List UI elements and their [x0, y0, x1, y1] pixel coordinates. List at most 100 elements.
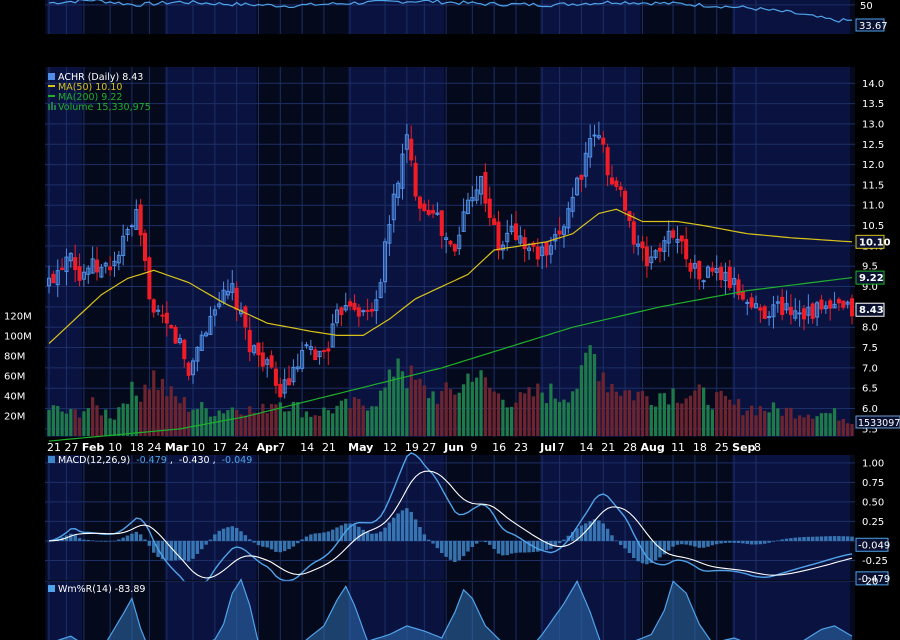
macd-hist-bar — [837, 536, 841, 541]
volume-bar — [492, 391, 496, 436]
macd-hist-bar — [501, 540, 505, 556]
volume-bar — [60, 411, 64, 436]
volume-bar — [461, 384, 466, 436]
macd-hist-bar — [117, 539, 121, 541]
macd-hist-bar — [130, 533, 134, 541]
price-tick-label: 11.0 — [862, 201, 884, 212]
svg-text:10.10: 10.10 — [859, 237, 891, 248]
macd-hist-bar — [221, 528, 226, 541]
macd-hist-bar — [453, 540, 457, 563]
macd-hist-bar — [815, 536, 819, 541]
macd-hist-bar — [99, 540, 104, 542]
macd-hist-bar — [400, 510, 405, 541]
macd-hist-bar — [77, 538, 82, 541]
volume-bar — [527, 387, 531, 436]
volume-bar — [243, 415, 248, 436]
candle — [147, 256, 152, 300]
macd-hist-bar — [121, 537, 125, 541]
volume-bar — [723, 395, 728, 436]
macd-hist-bar — [518, 540, 523, 553]
volume-bar — [675, 402, 680, 436]
volume-bar — [754, 415, 758, 436]
volume-bar — [82, 411, 86, 436]
macd-hist-bar — [252, 540, 256, 543]
x-axis-label: 11 — [671, 441, 685, 454]
macd-hist-bar — [282, 540, 287, 552]
volume-bar — [767, 412, 771, 436]
macd-hist-bar — [361, 529, 365, 541]
price-tick-label: 8.0 — [862, 323, 878, 334]
volume-bar — [317, 415, 322, 436]
macd-tick-label: 0.75 — [862, 478, 884, 489]
x-axis-label: Apr — [256, 441, 278, 454]
macd-hist-bar — [488, 540, 492, 545]
volume-bar — [160, 378, 165, 436]
macd-hist-bar — [378, 531, 383, 541]
macd-hist-bar — [474, 540, 479, 544]
macd-hist-bar — [466, 540, 470, 552]
macd-hist-bar — [697, 540, 701, 548]
macd-hist-bar — [330, 529, 335, 541]
volume-bar — [811, 418, 815, 436]
volume-bar — [139, 401, 143, 436]
volume-bar — [99, 415, 103, 436]
volume-bar — [653, 406, 658, 436]
x-axis-label: 7 — [278, 441, 285, 454]
volume-bar — [758, 406, 762, 436]
volume-bar — [645, 396, 649, 436]
macd-hist-bar — [832, 536, 837, 541]
macd-hist-bar — [409, 511, 413, 541]
candle — [762, 304, 767, 320]
macd-hist-bar — [448, 540, 453, 560]
macd-hist-bar — [597, 520, 601, 541]
volume-bar — [156, 389, 160, 436]
volume-bar — [715, 392, 719, 436]
volume-bar — [667, 404, 671, 436]
macd-hist-bar — [710, 540, 715, 546]
volume-bar — [300, 417, 304, 436]
macd-hist-bar — [274, 540, 278, 552]
x-axis-label: 12 — [383, 441, 397, 454]
volume-bar — [575, 388, 579, 436]
x-axis-label: Aug — [641, 441, 665, 454]
price-panel: 14.013.513.012.512.011.511.010.510.09.59… — [4, 67, 900, 442]
volume-bar — [396, 358, 400, 436]
volume-bar — [313, 415, 317, 436]
rsi-last-badge: 33.67 — [855, 18, 888, 32]
x-axis-labels: 21 27 Feb 10 18 24 Mar 10 17 24 Apr 7 14 21 May 12 19 27 J… — [47, 441, 761, 454]
macd-hist-bar — [370, 533, 374, 541]
macd-hist-bar — [226, 527, 230, 541]
volume-tick-label: 120M — [4, 312, 32, 323]
volume-bar — [256, 413, 261, 436]
volume-bar — [592, 354, 597, 436]
price-tick-label: 14.0 — [862, 79, 884, 90]
price-tick-label: 10.5 — [862, 221, 884, 232]
volume-bar — [579, 365, 584, 436]
x-axis-label: 18 — [130, 441, 144, 454]
volume-bar — [658, 393, 662, 436]
macd-hist-bar — [701, 540, 706, 548]
macd-hist-bar — [326, 531, 331, 541]
volume-bar — [832, 408, 837, 436]
macd-hist-bar — [514, 540, 518, 553]
volume-bar — [632, 400, 636, 436]
volume-bar — [701, 387, 706, 436]
macd-hist-bar — [723, 540, 728, 543]
volume-bar — [710, 409, 714, 436]
macd-hist-bar — [365, 532, 370, 541]
volume-bar — [47, 409, 51, 436]
macd-hist-bar — [248, 539, 252, 541]
volume-bar — [649, 405, 653, 436]
price-tick-label: 11.5 — [862, 180, 884, 191]
svg-text:Wm%R(14) -83.89: Wm%R(14) -83.89 — [58, 584, 145, 595]
volume-bar — [540, 392, 544, 436]
macd-legend-signal: -0.430 — [179, 455, 210, 466]
macd-hist-bar — [418, 526, 422, 541]
legend-volume: Volume 15,330,975 — [58, 102, 151, 113]
volume-bar — [134, 395, 138, 436]
volume-bar — [453, 394, 457, 436]
macd-hist-bar — [387, 522, 392, 541]
volume-bar — [213, 416, 217, 436]
macd-hist-bar — [313, 533, 317, 541]
macd-hist-bar — [614, 540, 619, 542]
